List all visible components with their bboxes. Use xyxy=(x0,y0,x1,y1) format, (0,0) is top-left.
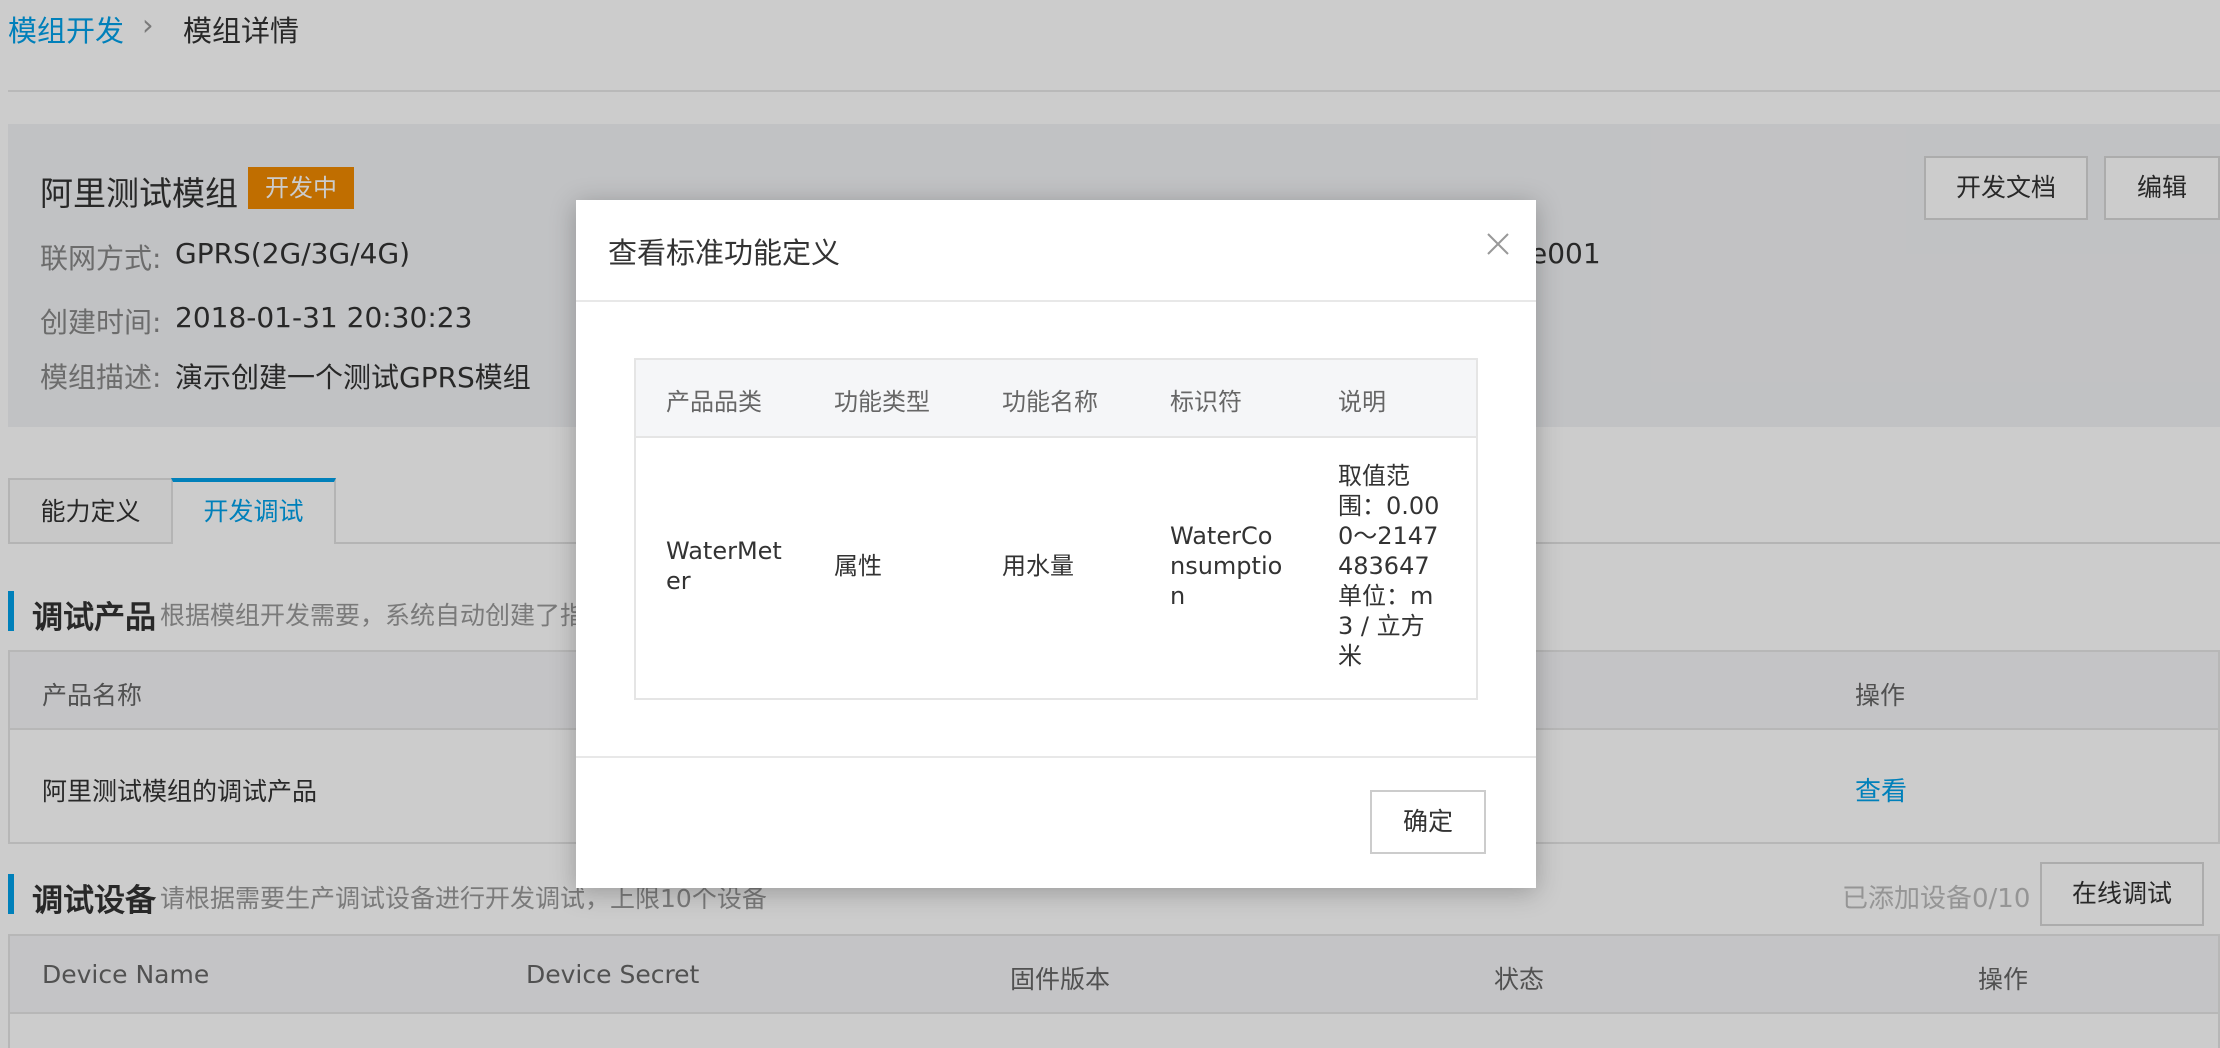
column-header: 标识符 xyxy=(1170,388,1242,416)
column-header: 功能名称 xyxy=(1002,388,1098,416)
function-name-cell: 用水量 xyxy=(1002,552,1074,580)
close-icon[interactable] xyxy=(1482,228,1514,260)
dialog-title: 查看标准功能定义 xyxy=(608,236,841,270)
identifier-cell: WaterCo nsumptio n xyxy=(1170,522,1283,610)
divider xyxy=(576,756,1536,758)
description-cell: 取值范 围：0.00 0～2147 483647 单位：m 3 / 立方 米 xyxy=(1338,462,1440,670)
divider xyxy=(576,300,1536,302)
column-header: 产品品类 xyxy=(666,388,762,416)
column-header: 功能类型 xyxy=(834,388,930,416)
category-cell: WaterMet er xyxy=(666,537,782,595)
standard-function-dialog: 查看标准功能定义 产品品类 功能类型 功能名称 标识符 说明 WaterMet … xyxy=(576,200,1536,888)
column-header: 说明 xyxy=(1338,388,1386,416)
confirm-button[interactable]: 确定 xyxy=(1370,790,1486,854)
function-type-cell: 属性 xyxy=(834,552,882,580)
